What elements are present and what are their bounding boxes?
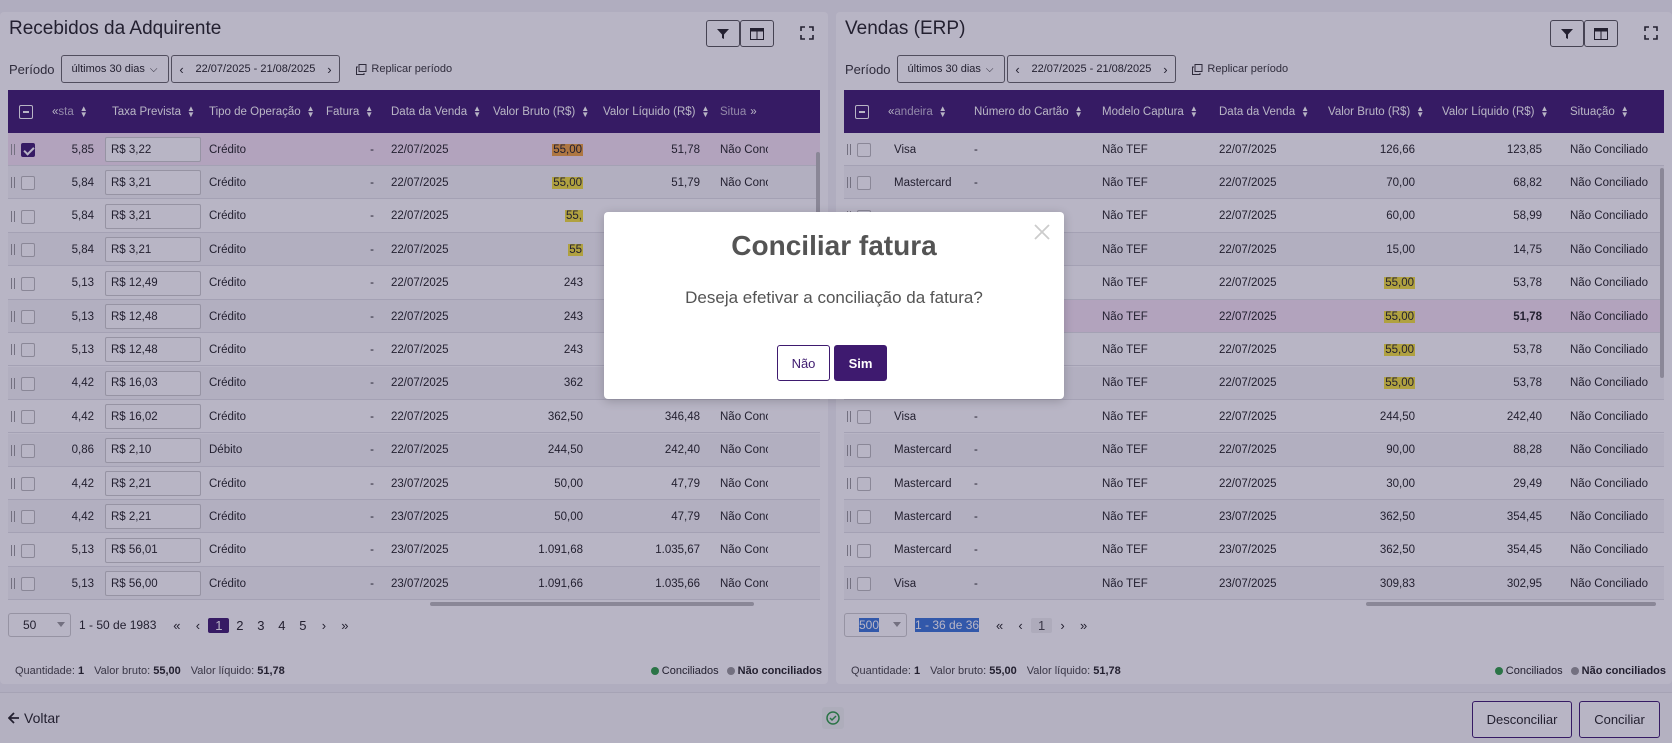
yes-button[interactable]: Sim	[834, 345, 887, 381]
confirm-dialog: Conciliar fatura Deseja efetivar a conci…	[604, 212, 1064, 399]
dialog-message: Deseja efetivar a conciliação da fatura?	[685, 288, 983, 307]
dialog-title: Conciliar fatura	[731, 230, 937, 261]
no-button[interactable]: Não	[777, 345, 830, 381]
